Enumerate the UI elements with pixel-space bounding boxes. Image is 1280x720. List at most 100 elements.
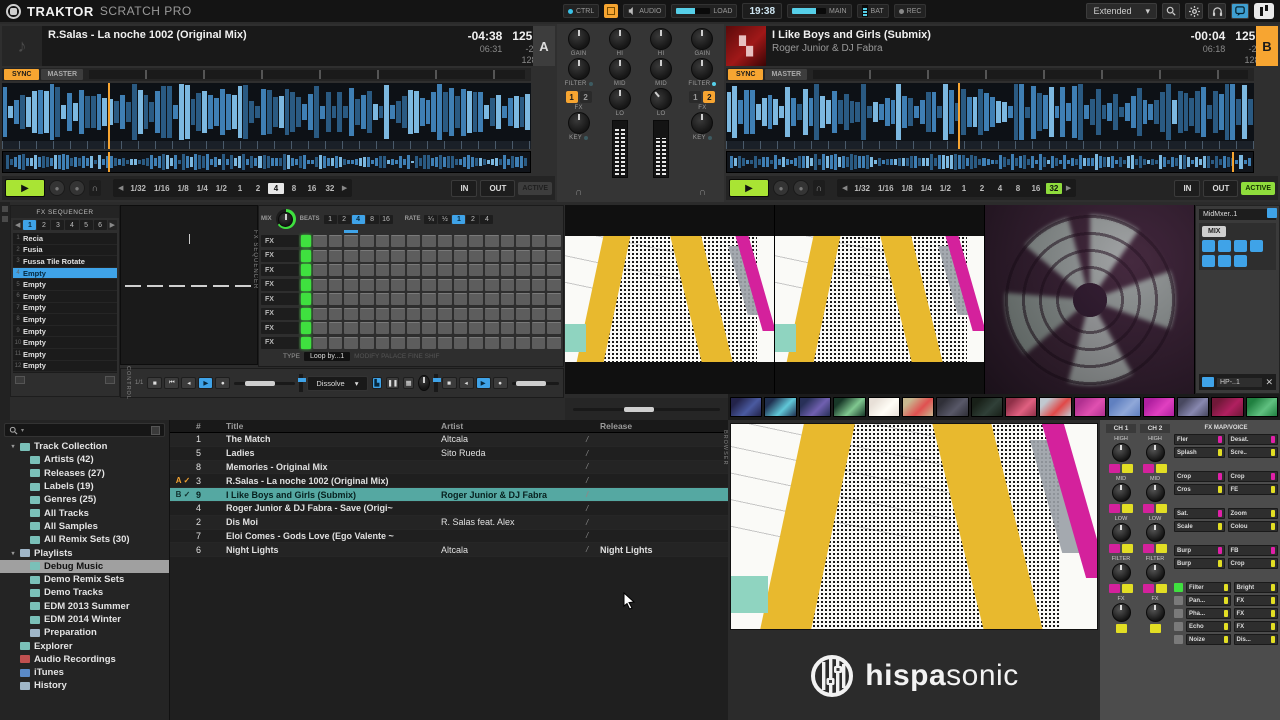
step-cell[interactable] [438, 293, 452, 305]
loop-size-1-4[interactable]: 1/4 [918, 183, 935, 194]
fx-button-crop[interactable]: Crop [1228, 471, 1279, 482]
step-cell[interactable] [344, 293, 358, 305]
fx-select-indicator[interactable] [1174, 622, 1183, 631]
right-position-slider[interactable] [512, 382, 559, 385]
step-cell[interactable] [376, 337, 390, 349]
loop-size-8[interactable]: 8 [286, 183, 302, 194]
loop-size-2[interactable]: 2 [250, 183, 266, 194]
step-cell[interactable] [360, 264, 374, 276]
fx-button-fx[interactable]: FX [1234, 608, 1279, 619]
deck-b-stripe-overview[interactable] [726, 151, 1254, 173]
monitor-toggle[interactable] [1202, 377, 1214, 387]
fx-slot[interactable]: 12Empty [13, 361, 117, 373]
fx-slot[interactable]: 1Recia [13, 233, 117, 245]
ch-b-eq-hi-knob[interactable] [650, 28, 672, 50]
step-cell[interactable] [407, 279, 421, 291]
loop-size-1-32[interactable]: 1/32 [851, 183, 873, 194]
step-cell[interactable] [438, 264, 452, 276]
ch1-high-knob[interactable] [1112, 443, 1131, 462]
rate-option-4[interactable]: 4 [480, 215, 493, 224]
step-cell[interactable] [407, 235, 421, 247]
loop-size-32[interactable]: 32 [322, 183, 338, 194]
ch2-filter-kill-a[interactable] [1143, 584, 1154, 593]
ch-a-eq-lo-knob[interactable] [609, 88, 631, 110]
step-cell[interactable] [344, 250, 358, 262]
deck-b-play-button[interactable]: ▶ [729, 179, 769, 197]
video-thumbnail[interactable] [1246, 397, 1278, 417]
step-cell[interactable] [516, 308, 530, 320]
fx-seq-tab-1[interactable]: 1 [23, 220, 36, 230]
video-output-preview[interactable] [730, 423, 1098, 630]
tree-item-demo-remix-sets[interactable]: Demo Remix Sets [0, 573, 169, 586]
fx-button-pha[interactable]: Pha... [1186, 608, 1231, 619]
fx-mix-knob[interactable] [276, 209, 296, 229]
video-thumbnail[interactable] [1074, 397, 1106, 417]
video-preview-master[interactable] [775, 205, 985, 394]
crossfade-left-fader[interactable] [299, 374, 303, 392]
tree-item-edm-2013-summer[interactable]: EDM 2013 Summer [0, 600, 169, 613]
midi-pad-button[interactable] [1202, 240, 1215, 252]
step-cell[interactable] [407, 322, 421, 334]
fx-button-zoom[interactable]: Zoom [1228, 508, 1279, 519]
tree-item-labels-19-[interactable]: Labels (19) [0, 480, 169, 493]
ch2-filter-kill-b[interactable] [1156, 584, 1167, 593]
step-cell[interactable] [532, 293, 546, 305]
deck-b-loop-active-button[interactable]: ACTIVE [1241, 182, 1275, 195]
ch1-fx-on-button[interactable] [1116, 624, 1127, 633]
tree-item-all-remix-sets-30-[interactable]: All Remix Sets (30) [0, 533, 169, 546]
fx-row-select[interactable]: FX [261, 264, 299, 276]
step-cell[interactable] [329, 293, 343, 305]
fx-select-indicator[interactable] [1174, 635, 1183, 644]
fx-row-enable-button[interactable] [301, 279, 311, 291]
fx-button-crop[interactable]: Crop [1228, 558, 1279, 569]
step-cell[interactable] [422, 322, 436, 334]
tree-item-demo-tracks[interactable]: Demo Tracks [0, 586, 169, 599]
fx-button-cros[interactable]: Cros [1174, 484, 1225, 495]
step-cell[interactable] [376, 308, 390, 320]
rate-option-2[interactable]: 2 [466, 215, 479, 224]
deck-a-loop-out-button[interactable]: OUT [480, 180, 515, 197]
column-num[interactable]: # [196, 421, 226, 431]
video-thumbnail[interactable] [936, 397, 968, 417]
fx-seq-tab-6[interactable]: 6 [94, 220, 107, 230]
tree-item-releases-27-[interactable]: Releases (27) [0, 467, 169, 480]
pause-icon[interactable]: ❚❚ [386, 377, 399, 389]
fx-row-enable-button[interactable] [301, 337, 311, 349]
delete-icon[interactable] [105, 376, 115, 384]
step-cell[interactable] [501, 337, 515, 349]
loop-size-1-32[interactable]: 1/32 [127, 183, 149, 194]
step-cell[interactable] [516, 250, 530, 262]
step-cell[interactable] [376, 293, 390, 305]
step-cell[interactable] [532, 264, 546, 276]
ch-a-eq-mid-knob[interactable] [609, 58, 631, 80]
step-cell[interactable] [532, 235, 546, 247]
deck-b-loop-out-button[interactable]: OUT [1203, 180, 1238, 197]
fx-slot[interactable]: 3Fussa Tile Rotate [13, 256, 117, 268]
ch1-mid-knob[interactable] [1112, 483, 1131, 502]
favorites-icon[interactable] [151, 426, 160, 435]
layout-select[interactable]: Extended▾ [1086, 3, 1157, 19]
loop-size-16[interactable]: 16 [304, 183, 320, 194]
column-title[interactable]: Title [226, 421, 441, 431]
deck-a-cue-button[interactable]: ● [49, 180, 65, 196]
video-thumbnail[interactable] [833, 397, 865, 417]
ch2-high-kill-b[interactable] [1156, 464, 1167, 473]
beats-option-16[interactable]: 16 [380, 215, 393, 224]
beats-option-8[interactable]: 8 [366, 215, 379, 224]
tabs-right-arrow-icon[interactable]: ▶ [108, 220, 117, 230]
loop-right-arrow-icon[interactable]: ▶ [1064, 184, 1073, 192]
step-cell[interactable] [407, 264, 421, 276]
loop-size-32[interactable]: 32 [1046, 183, 1062, 194]
ch1-filter-kill-a[interactable] [1109, 584, 1120, 593]
tree-item-all-samples[interactable]: All Samples [0, 520, 169, 533]
deck-b-focus-tab[interactable]: B [1256, 26, 1278, 66]
tree-item-history[interactable]: History [0, 679, 169, 692]
step-cell[interactable] [422, 337, 436, 349]
column-artist[interactable]: Artist [441, 421, 586, 431]
fx-button-crop[interactable]: Crop [1174, 471, 1225, 482]
fx-button-bright[interactable]: Bright [1234, 582, 1279, 593]
step-cell[interactable] [485, 250, 499, 262]
ch2-mid-kill-b[interactable] [1156, 504, 1167, 513]
prev-button-right[interactable]: ◂ [459, 377, 474, 389]
ch-b-fx2-button[interactable]: 2 [703, 91, 715, 103]
